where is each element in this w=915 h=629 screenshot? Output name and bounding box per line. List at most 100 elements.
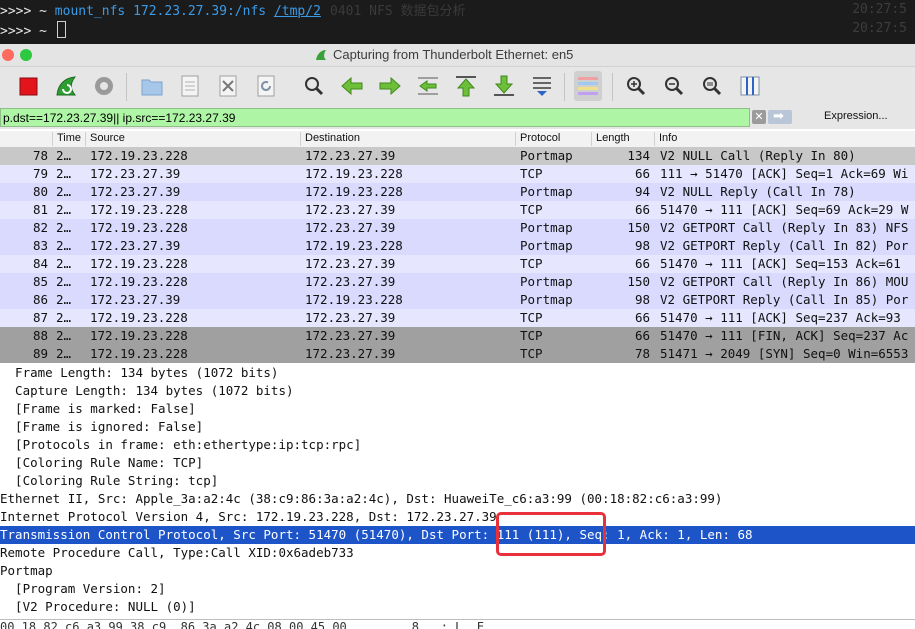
packet-cell-info: V2 GETPORT Call (Reply In 83) NFS xyxy=(660,220,909,235)
terminal-time-1: 20:27:5 xyxy=(852,2,907,17)
detail-line[interactable]: Capture Length: 134 bytes (1072 bits) xyxy=(0,382,915,400)
terminal-prompt: >>>> ~ xyxy=(0,4,55,19)
stop-capture-button[interactable] xyxy=(14,71,42,101)
detail-line[interactable]: [Frame is ignored: False] xyxy=(0,418,915,436)
first-packet-button[interactable] xyxy=(452,71,480,101)
packet-cell-info: V2 GETPORT Reply (Call In 82) Por xyxy=(660,238,909,253)
detail-line[interactable]: [Frame is marked: False] xyxy=(0,400,915,418)
detail-line[interactable]: Internet Protocol Version 4, Src: 172.19… xyxy=(0,508,915,526)
packet-row[interactable]: 82 2… 172.19.23.228 172.23.27.39 Portmap 150 V… xyxy=(0,219,915,237)
reload-file-button[interactable] xyxy=(252,71,280,101)
restart-capture-button[interactable] xyxy=(52,71,80,101)
column-header-destination[interactable]: Destination xyxy=(300,132,515,146)
column-header-info[interactable]: Info xyxy=(654,132,915,146)
expression-button[interactable]: Expression... xyxy=(824,110,888,122)
detail-line[interactable]: [Coloring Rule Name: TCP] xyxy=(0,454,915,472)
column-header-protocol[interactable]: Protocol xyxy=(515,132,591,146)
packet-cell-proto: TCP xyxy=(520,328,543,343)
zoom-in-button[interactable] xyxy=(622,71,650,101)
packet-row[interactable]: 86 2… 172.23.27.39 172.19.23.228 Portmap 98 V2… xyxy=(0,291,915,309)
zoom-out-button[interactable] xyxy=(660,71,688,101)
packet-cell-time: 2… xyxy=(56,292,72,307)
arrow-right-icon: ➡ xyxy=(773,108,784,123)
wireshark-fin-icon xyxy=(316,50,326,60)
packet-cell-dst: 172.23.27.39 xyxy=(305,148,396,163)
close-file-button[interactable] xyxy=(214,71,242,101)
go-forward-button[interactable] xyxy=(376,71,404,101)
packet-cell-src: 172.23.27.39 xyxy=(90,184,181,199)
terminal-cursor[interactable] xyxy=(56,21,66,38)
close-window-button[interactable] xyxy=(2,49,14,61)
colorize-button[interactable] xyxy=(574,71,602,101)
packet-row[interactable]: 80 2… 172.23.27.39 172.19.23.228 Portmap 94 V2… xyxy=(0,183,915,201)
packet-cell-time: 2… xyxy=(56,202,72,217)
packet-cell-len: 78 xyxy=(634,346,650,361)
packet-cell-dst: 172.19.23.228 xyxy=(305,292,403,307)
detail-line[interactable]: [Program Version: 2] xyxy=(0,580,915,598)
packet-cell-no: 88 xyxy=(32,328,48,343)
packet-cell-time: 2… xyxy=(56,256,72,271)
autoscroll-icon xyxy=(533,77,551,96)
terminal-path-link[interactable]: /tmp/2 xyxy=(274,4,321,19)
detail-line[interactable]: Portmap xyxy=(0,562,915,580)
terminal-prompt: >>>> ~ xyxy=(0,24,55,39)
packet-row[interactable]: 83 2… 172.23.27.39 172.19.23.228 Portmap 98 V2… xyxy=(0,237,915,255)
packet-cell-src: 172.19.23.228 xyxy=(90,346,188,361)
packet-cell-dst: 172.23.27.39 xyxy=(305,346,396,361)
packet-cell-proto: TCP xyxy=(520,202,543,217)
last-packet-button[interactable] xyxy=(490,71,518,101)
packet-cell-proto: Portmap xyxy=(520,148,573,163)
packet-cell-src: 172.19.23.228 xyxy=(90,274,188,289)
packet-cell-dst: 172.23.27.39 xyxy=(305,202,396,217)
apply-filter-button[interactable]: ➡ xyxy=(768,108,792,124)
go-to-packet-button[interactable] xyxy=(414,71,442,101)
packet-row[interactable]: 88 2… 172.19.23.228 172.23.27.39 TCP 66 51470 … xyxy=(0,327,915,345)
packet-cell-time: 2… xyxy=(56,310,72,325)
detail-line[interactable]: [Coloring Rule String: tcp] xyxy=(0,472,915,490)
go-back-button[interactable] xyxy=(338,71,366,101)
find-packet-button[interactable] xyxy=(300,71,328,101)
packet-cell-dst: 172.23.27.39 xyxy=(305,310,396,325)
detail-line[interactable]: [Protocols in frame: eth:ethertype:ip:tc… xyxy=(0,436,915,454)
zoom-window-button[interactable] xyxy=(20,49,32,61)
detail-line[interactable]: [V2 Procedure: NULL (0)] xyxy=(0,598,915,616)
packet-cell-time: 2… xyxy=(56,238,72,253)
packet-cell-no: 83 xyxy=(32,238,48,253)
terminal-line-1: >>>> ~ mount_nfs 172.23.27.39:/nfs /tmp/… xyxy=(0,2,321,22)
packet-cell-len: 134 xyxy=(627,148,650,163)
column-header-time[interactable]: Time xyxy=(52,132,85,146)
packet-row[interactable]: 79 2… 172.23.27.39 172.19.23.228 TCP 66 111 → … xyxy=(0,165,915,183)
column-header-length[interactable]: Length xyxy=(591,132,654,146)
normal-size-button[interactable] xyxy=(698,71,726,101)
terminal-strip: 0401 NFS 数据包分析 >>>> ~ mount_nfs 172.23.2… xyxy=(0,0,915,44)
detail-line[interactable]: Ethernet II, Src: Apple_3a:a2:4c (38:c9:… xyxy=(0,490,915,508)
save-file-button[interactable] xyxy=(176,71,204,101)
open-file-button[interactable] xyxy=(138,71,166,101)
capture-options-button[interactable] xyxy=(90,71,118,101)
resize-columns-button[interactable] xyxy=(736,71,764,101)
packet-row[interactable]: 78 2… 172.19.23.228 172.23.27.39 Portmap 134 V… xyxy=(0,147,915,165)
packet-cell-time: 2… xyxy=(56,184,72,199)
packet-row[interactable]: 84 2… 172.19.23.228 172.23.27.39 TCP 66 51470 … xyxy=(0,255,915,273)
display-filter-input[interactable]: p.dst==172.23.27.39|| ip.src==172.23.27.… xyxy=(0,108,750,127)
zoom-reset-icon xyxy=(703,77,722,96)
packet-cell-src: 172.19.23.228 xyxy=(90,202,188,217)
packet-row[interactable]: 85 2… 172.19.23.228 172.23.27.39 Portmap 150 V… xyxy=(0,273,915,291)
detail-line[interactable]: Frame Length: 134 bytes (1072 bits) xyxy=(0,364,915,382)
packet-row[interactable]: 81 2… 172.19.23.228 172.23.27.39 TCP 66 51470 … xyxy=(0,201,915,219)
packet-cell-info: V2 NULL Reply (Call In 78) xyxy=(660,184,856,199)
packet-cell-no: 86 xyxy=(32,292,48,307)
packet-cell-time: 2… xyxy=(56,274,72,289)
clear-filter-button[interactable]: ✕ xyxy=(752,110,766,124)
packet-cell-info: 51470 → 111 [ACK] Seq=237 Ack=93 xyxy=(660,310,901,325)
detail-line-selected[interactable]: Transmission Control Protocol, Src Port:… xyxy=(0,526,915,544)
column-header-source[interactable]: Source xyxy=(85,132,300,146)
packet-list[interactable]: 78 2… 172.19.23.228 172.23.27.39 Portmap 134 V… xyxy=(0,147,915,363)
autoscroll-button[interactable] xyxy=(528,71,556,101)
packet-row[interactable]: 87 2… 172.19.23.228 172.23.27.39 TCP 66 51470 … xyxy=(0,309,915,327)
packet-cell-info: V2 GETPORT Reply (Call In 85) Por xyxy=(660,292,909,307)
packet-cell-src: 172.19.23.228 xyxy=(90,256,188,271)
packet-row[interactable]: 89 2… 172.19.23.228 172.23.27.39 TCP 78 51471 … xyxy=(0,345,915,363)
packet-cell-dst: 172.23.27.39 xyxy=(305,274,396,289)
detail-line[interactable]: Remote Procedure Call, Type:Call XID:0x6… xyxy=(0,544,915,562)
